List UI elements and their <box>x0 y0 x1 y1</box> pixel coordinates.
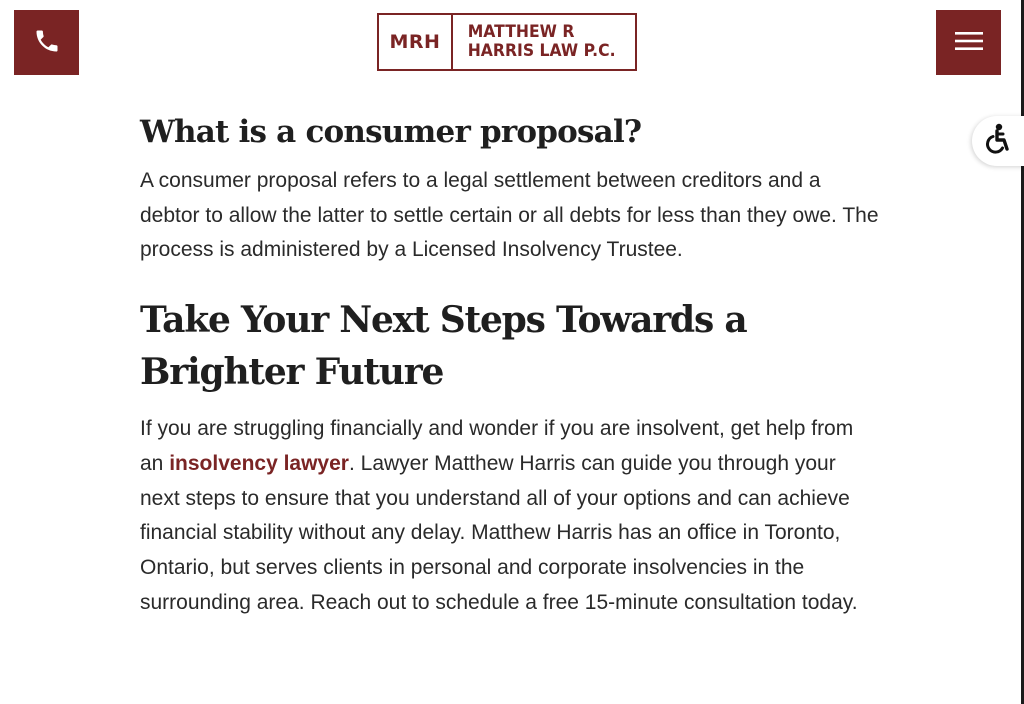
logo-monogram: MRH <box>379 15 453 69</box>
site-logo[interactable]: MRH MATTHEW R HARRIS LAW P.C. <box>377 13 637 71</box>
accessibility-icon <box>982 123 1012 159</box>
consumer-proposal-heading: What is a consumer proposal? <box>140 114 642 150</box>
main-content: What is a consumer proposal? A consumer … <box>140 108 880 620</box>
logo-name-line1: MATTHEW R <box>467 22 575 42</box>
logo-name-line2: HARRIS LAW P.C. <box>467 41 616 61</box>
accessibility-button[interactable] <box>972 116 1024 166</box>
call-button[interactable] <box>14 10 79 75</box>
next-steps-heading: Take Your Next Steps Towards a Brighter … <box>140 299 748 394</box>
next-steps-paragraph: If you are struggling financially and wo… <box>140 412 880 620</box>
next-steps-text-after-link: . Lawyer Matthew Harris can guide you th… <box>140 451 858 614</box>
hamburger-menu-icon <box>954 30 983 56</box>
phone-icon <box>33 27 61 59</box>
menu-button[interactable] <box>936 10 1001 75</box>
consumer-proposal-paragraph: A consumer proposal refers to a legal se… <box>140 169 879 262</box>
logo-firm-name: MATTHEW R HARRIS LAW P.C. <box>453 15 620 69</box>
insolvency-lawyer-link[interactable]: insolvency lawyer <box>169 452 349 475</box>
